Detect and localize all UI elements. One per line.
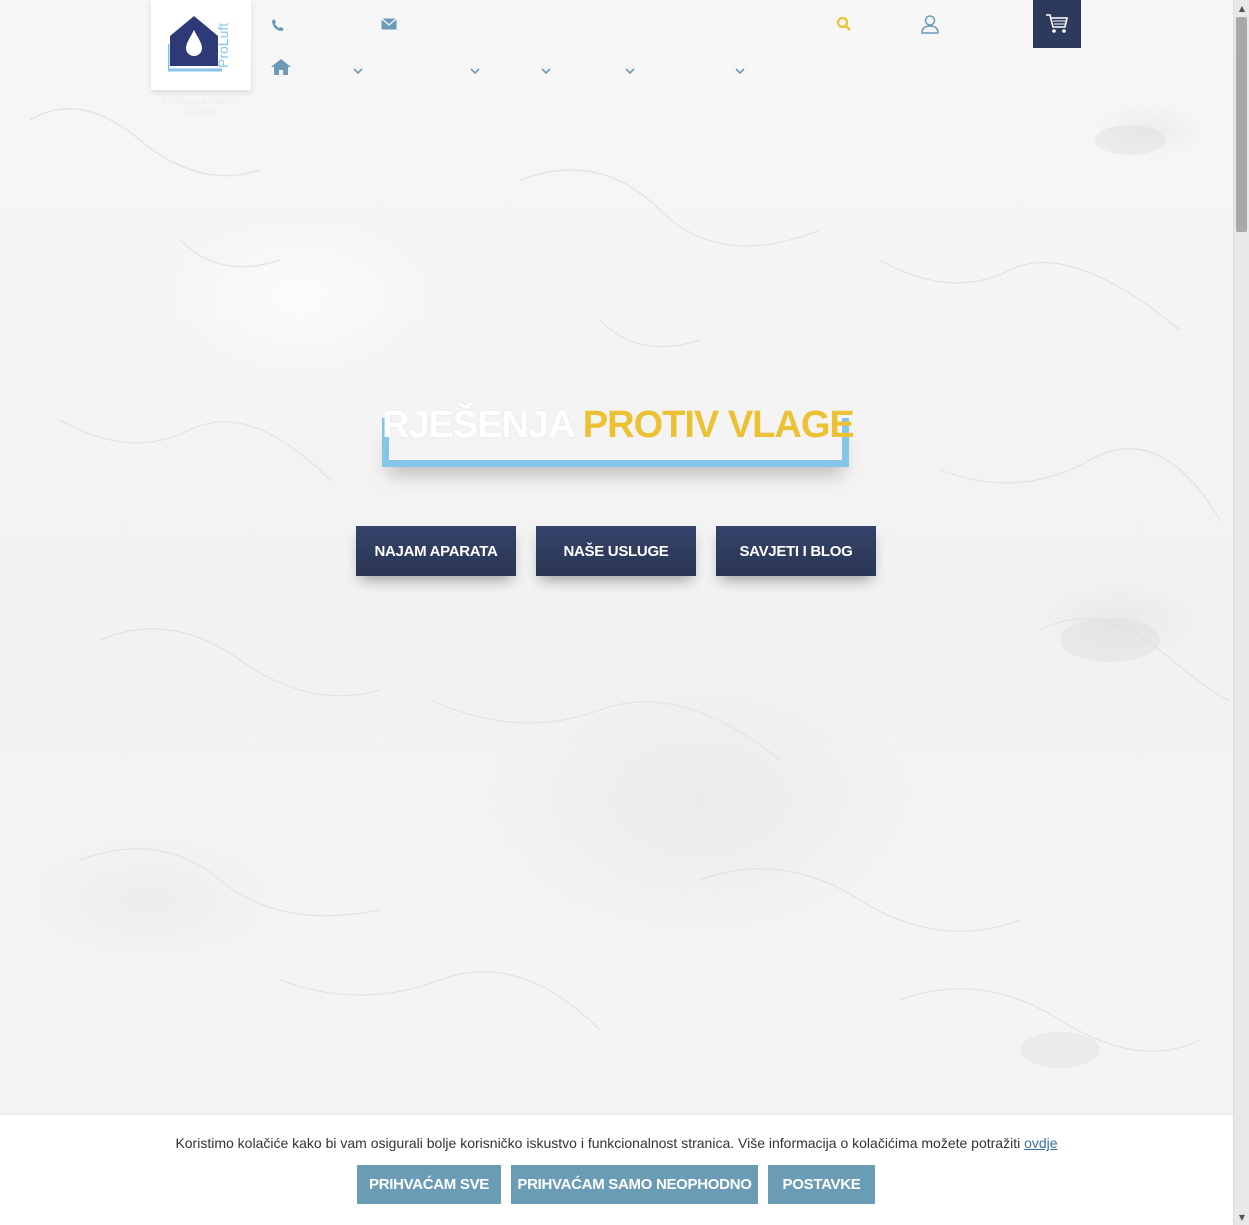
- logo-tagline: RJEŠENJA PROTIV VLAGE: [160, 97, 242, 117]
- nav-dropdown-1-chevron-down-icon[interactable]: [352, 62, 364, 75]
- najam-aparata-button[interactable]: NAJAM APARATA: [356, 526, 516, 576]
- plaster-texture: [29, 108, 1231, 1068]
- envelope-icon[interactable]: [379, 15, 399, 33]
- logo[interactable]: ProLuft: [151, 0, 251, 90]
- search-icon[interactable]: [834, 14, 854, 34]
- accept-necessary-button[interactable]: PRIHVAĆAM SAMO NEOPHODNO: [511, 1165, 758, 1204]
- cookie-banner: Koristimo kolačiće kako bi vam osigurali…: [0, 1115, 1233, 1225]
- cookie-info-link[interactable]: ovdje: [1024, 1135, 1057, 1151]
- page-scrollbar[interactable]: ▲ ▼: [1233, 0, 1249, 1225]
- cart-icon: [1046, 14, 1068, 33]
- cookie-message-text: Koristimo kolačiće kako bi vam osigurali…: [175, 1135, 1021, 1151]
- accept-all-button[interactable]: PRIHVAĆAM SVE: [357, 1165, 501, 1204]
- home-icon[interactable]: [269, 56, 293, 78]
- nav-dropdown-4-chevron-down-icon[interactable]: [624, 62, 636, 75]
- nav-dropdown-2-chevron-down-icon[interactable]: [469, 62, 481, 75]
- savjeti-blog-button[interactable]: SAVJETI I BLOG: [716, 526, 876, 576]
- logo-brand: ProLuft: [215, 23, 231, 68]
- nase-usluge-button[interactable]: NAŠE USLUGE: [536, 526, 696, 576]
- cart-button[interactable]: [1033, 0, 1081, 48]
- scroll-down-arrow-icon[interactable]: ▼: [1234, 1209, 1249, 1225]
- hero-title-part1: RJEŠENJA: [382, 404, 574, 446]
- phone-icon[interactable]: [269, 16, 287, 34]
- scroll-up-arrow-icon[interactable]: ▲: [1234, 0, 1249, 16]
- cookie-settings-button[interactable]: POSTAVKE: [768, 1165, 875, 1204]
- hero-background: [0, 0, 1233, 1225]
- nav-dropdown-3-chevron-down-icon[interactable]: [540, 62, 552, 75]
- cookie-message: Koristimo kolačiće kako bi vam osigurali…: [0, 1135, 1233, 1151]
- user-icon[interactable]: [918, 12, 942, 36]
- nav-dropdown-5-chevron-down-icon[interactable]: [734, 62, 746, 75]
- logo-house-drop-icon: ProLuft: [168, 16, 231, 72]
- scrollbar-thumb[interactable]: [1236, 17, 1247, 232]
- hero-title: RJEŠENJA PROTIV VLAGE: [382, 404, 855, 447]
- hero-title-part2: PROTIV VLAGE: [582, 404, 855, 446]
